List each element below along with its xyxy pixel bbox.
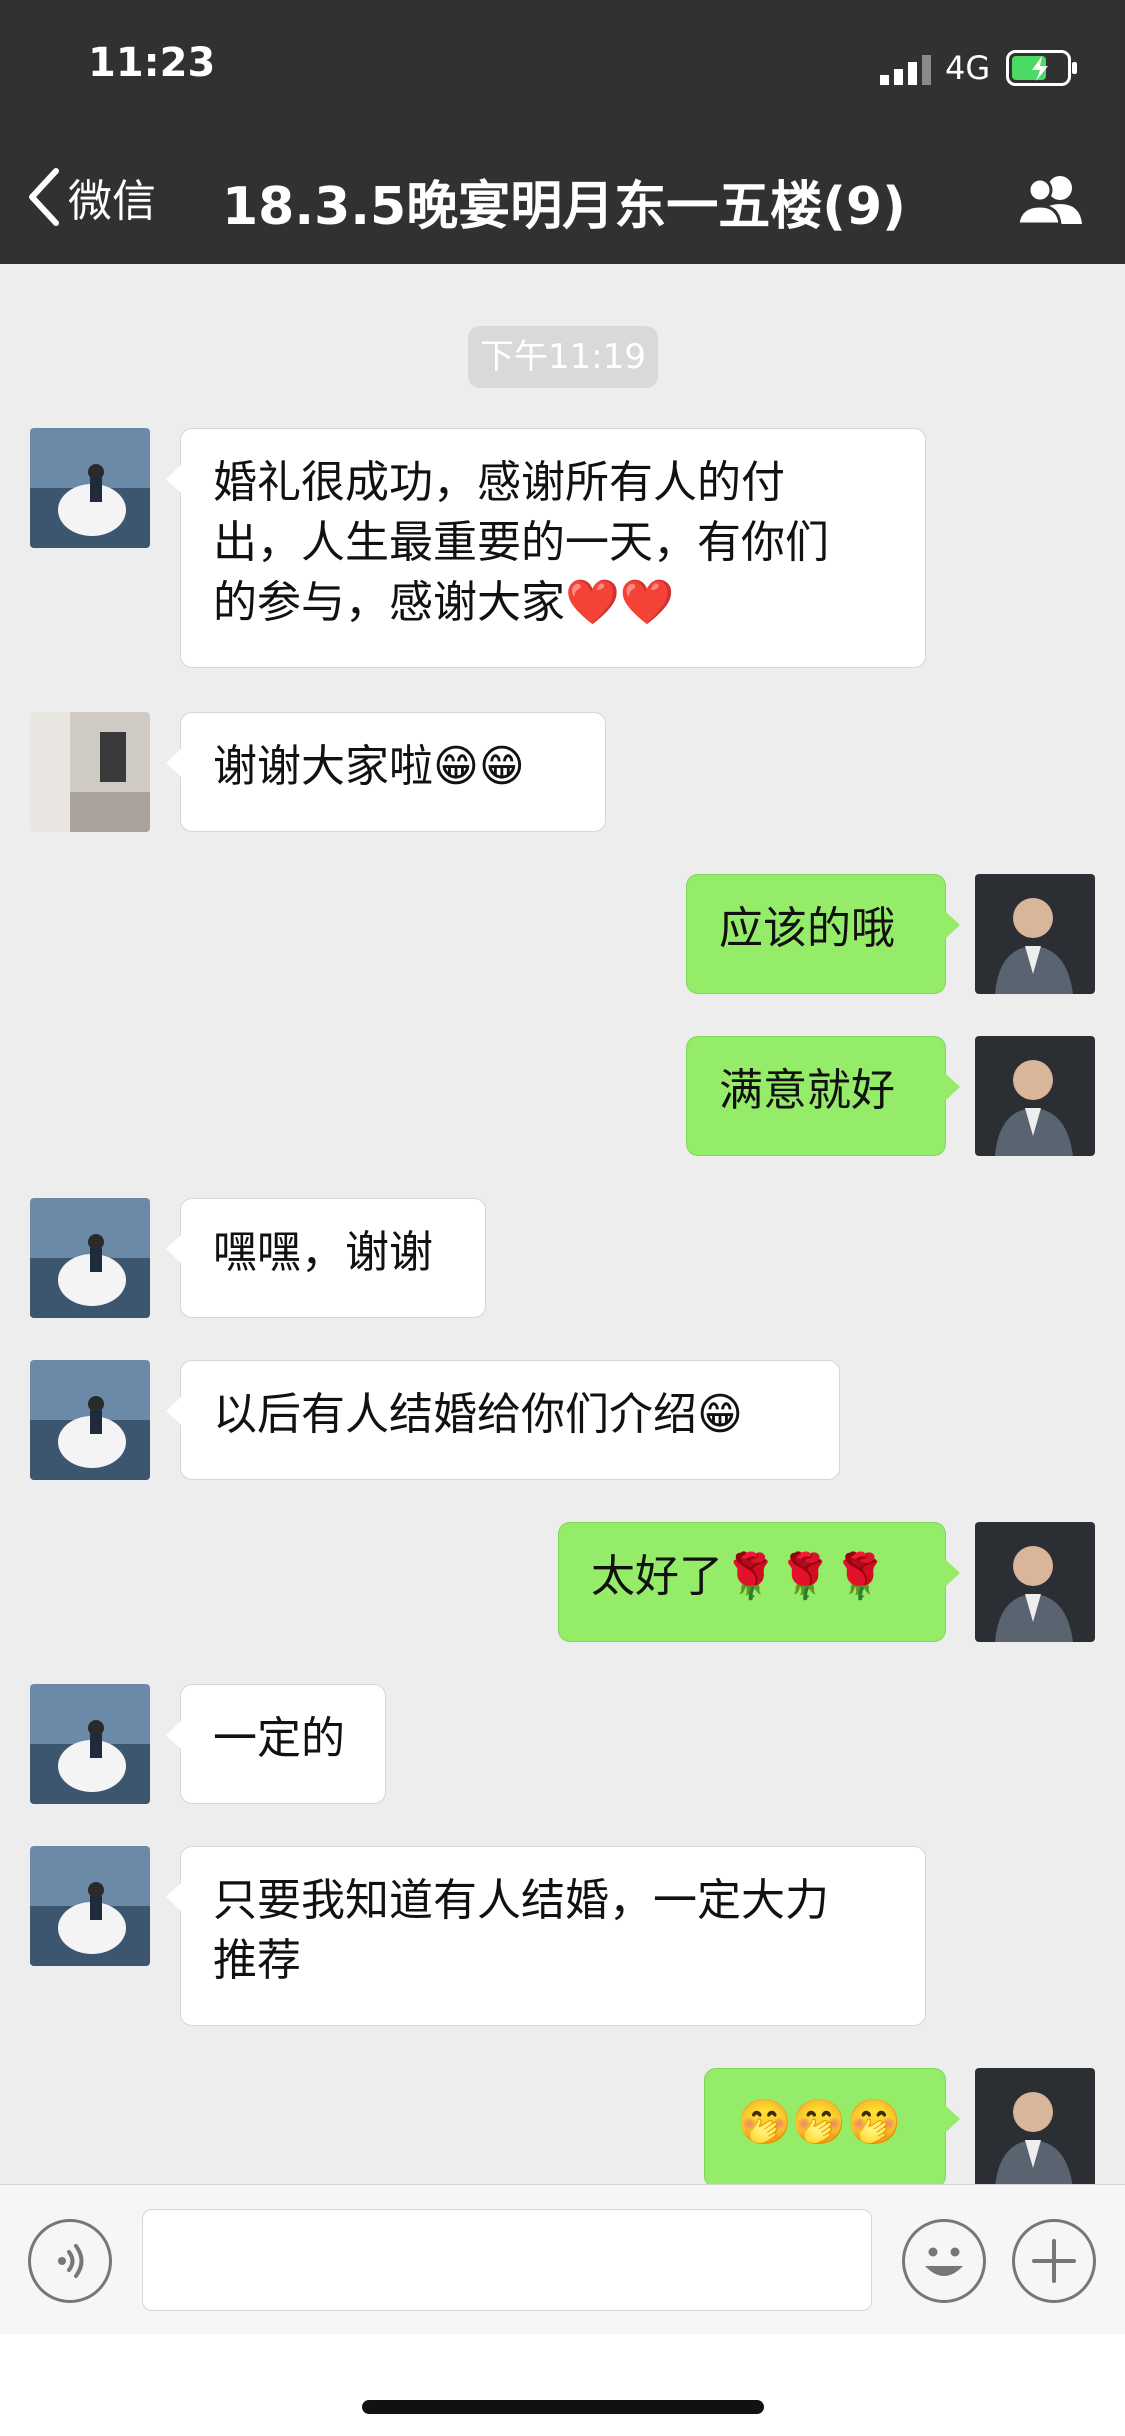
back-label: 微信 <box>68 176 156 227</box>
message-text: 🤭🤭🤭 <box>737 2097 902 2148</box>
message-text: 一定的 <box>213 1713 345 1764</box>
emoji-button[interactable] <box>902 2219 986 2303</box>
app-header: 11:23 4G 微信 18.3.5晚宴明月东一五楼(9) <box>0 0 1125 264</box>
voice-icon <box>58 2244 84 2278</box>
message-bubble-incoming[interactable]: 一定的 <box>166 1684 386 1804</box>
message-text: 嘿嘿，谢谢 <box>213 1227 433 1278</box>
message-text: 只要我知道有人结婚，一定大力 <box>213 1875 829 1926</box>
message-bubble-incoming[interactable]: 只要我知道有人结婚，一定大力 推荐 <box>166 1846 926 2026</box>
message-text: 婚礼很成功，感谢所有人的付 <box>213 457 785 508</box>
message-input[interactable] <box>142 2209 872 2311</box>
message-bubble-incoming[interactable]: 以后有人结婚给你们介绍😁 <box>166 1360 840 1480</box>
message-text: 以后有人结婚给你们介绍😁 <box>213 1389 743 1440</box>
more-button[interactable] <box>1012 2219 1096 2303</box>
message-bubble-incoming[interactable]: 婚礼很成功，感谢所有人的付 出，人生最重要的一天，有你们 的参与，感谢大家❤️❤… <box>166 428 926 668</box>
bride-avatar[interactable] <box>30 1846 150 1966</box>
groom-avatar[interactable] <box>975 2068 1095 2184</box>
home-area <box>0 2334 1125 2436</box>
message-text: 的参与，感谢大家❤️❤️ <box>213 577 675 628</box>
voice-button[interactable] <box>28 2219 112 2303</box>
bride-avatar[interactable] <box>30 428 150 548</box>
bride-avatar[interactable] <box>30 1360 150 1480</box>
nav-bar: 微信 18.3.5晚宴明月东一五楼(9) <box>0 130 1125 264</box>
message-text: 太好了🌹🌹🌹 <box>591 1551 888 1602</box>
chevron-left-icon <box>29 168 59 226</box>
message-bubble-incoming[interactable]: 嘿嘿，谢谢 <box>166 1198 486 1318</box>
groom-avatar[interactable] <box>975 874 1095 994</box>
message-bubble-outgoing[interactable]: 太好了🌹🌹🌹 <box>558 1522 960 1642</box>
bride-avatar[interactable] <box>30 1198 150 1318</box>
status-bar: 11:23 4G <box>0 0 1125 130</box>
chat-title: 18.3.5晚宴明月东一五楼(9) <box>222 177 906 237</box>
message-text: 推荐 <box>213 1935 301 1986</box>
bride-avatar[interactable] <box>30 1684 150 1804</box>
groom-avatar[interactable] <box>975 1522 1095 1642</box>
battery-icon <box>1006 50 1077 86</box>
message-bubble-outgoing[interactable]: 满意就好 <box>686 1036 960 1156</box>
status-time: 11:23 <box>88 40 216 86</box>
message-bubble-outgoing[interactable]: 🤭🤭🤭 <box>704 2068 960 2184</box>
chat-area[interactable]: 下午11:19 婚礼很成功，感谢所有人的付 出，人生最重要的一天，有你们 的参与… <box>0 264 1125 2184</box>
plus-icon <box>1032 2239 1076 2283</box>
message-text: 应该的哦 <box>719 903 895 954</box>
message-bubble-outgoing[interactable]: 应该的哦 <box>686 874 960 994</box>
message-timestamp: 下午11:19 <box>468 326 658 388</box>
message-bubble-incoming[interactable]: 谢谢大家啦😁😁 <box>166 712 606 832</box>
home-indicator[interactable] <box>362 2400 764 2414</box>
message-text: 出，人生最重要的一天，有你们 <box>213 517 829 568</box>
emoji-icon <box>925 2247 963 2276</box>
network-type: 4G <box>945 49 991 87</box>
group-members-icon[interactable] <box>1016 172 1086 226</box>
photo-avatar[interactable] <box>30 712 150 832</box>
message-text: 满意就好 <box>719 1065 895 1116</box>
signal-icon <box>880 55 931 85</box>
back-button[interactable]: 微信 <box>26 162 156 232</box>
groom-avatar[interactable] <box>975 1036 1095 1156</box>
message-text: 谢谢大家啦😁😁 <box>213 741 525 792</box>
input-bar <box>0 2184 1125 2335</box>
